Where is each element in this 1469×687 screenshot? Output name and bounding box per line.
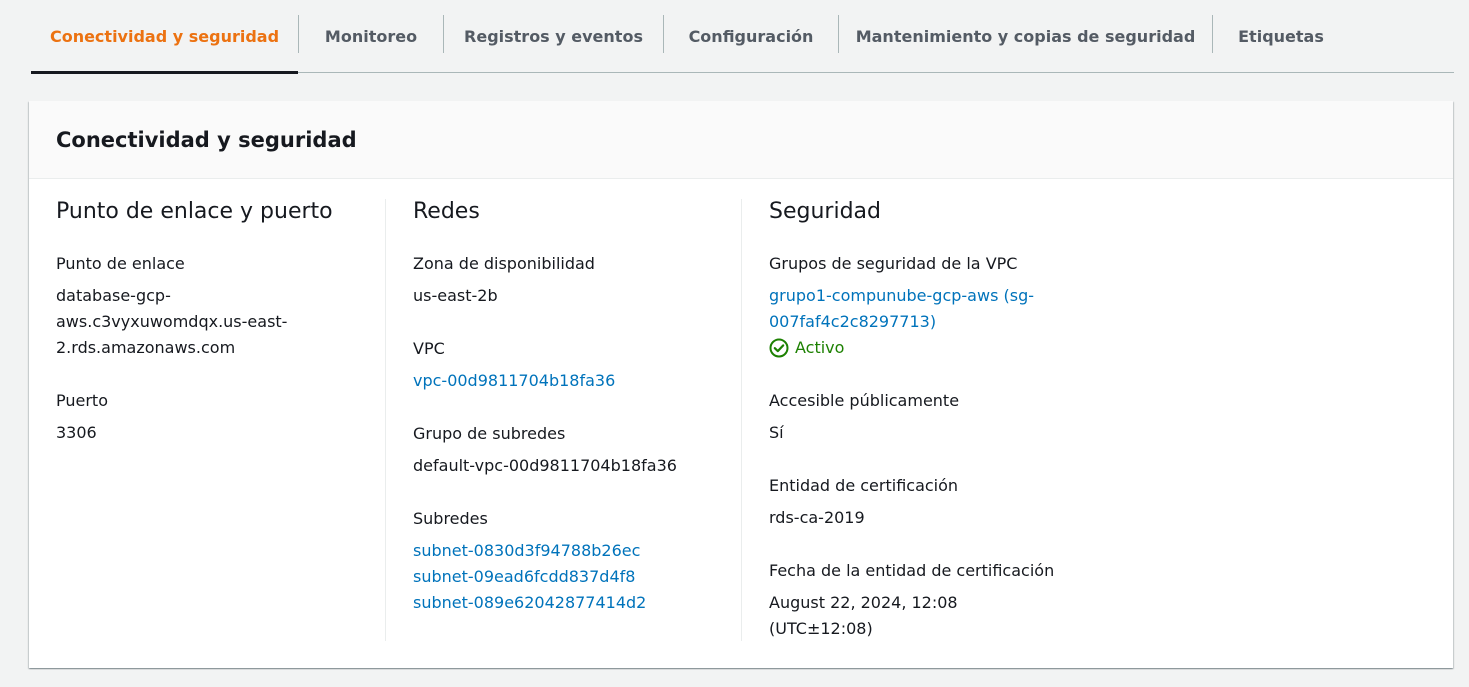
security-heading: Seguridad — [769, 199, 881, 224]
certificate-authority-value: rds-ca-2019 — [769, 508, 865, 527]
security-groups-label: Grupos de seguridad de la VPC — [769, 254, 1018, 273]
panel-header: Conectividad y seguridad — [29, 101, 1453, 179]
tab-logs-events[interactable]: Registros y eventos — [444, 0, 663, 72]
status-text: Activo — [795, 338, 845, 357]
subnet-group-value: default-vpc-00d9811704b18fa36 — [413, 456, 677, 475]
endpoint-label: Punto de enlace — [56, 254, 185, 273]
network-section: Redes Zona de disponibilidad us-east-2b … — [413, 199, 733, 616]
certificate-date-label: Fecha de la entidad de certificación — [769, 561, 1055, 580]
subnets-label: Subredes — [413, 509, 488, 528]
column-divider — [385, 199, 386, 641]
tab-monitoring[interactable]: Monitoreo — [299, 0, 443, 72]
endpoint-value: database-gcp- aws.c3vyxuwomdqx.us-east- … — [56, 283, 376, 361]
public-access-value: Sí — [769, 423, 784, 442]
subnet-link[interactable]: subnet-0830d3f94788b26ec — [413, 541, 640, 560]
tab-connectivity-security[interactable]: Conectividad y seguridad — [31, 0, 298, 74]
security-section: Seguridad Grupos de seguridad de la VPC … — [769, 199, 1129, 642]
port-label: Puerto — [56, 391, 108, 410]
subnet-link[interactable]: subnet-09ead6fcdd837d4f8 — [413, 567, 635, 586]
security-group-link-line: grupo1-compunube-gcp-aws (sg- — [769, 286, 1034, 305]
security-group-status: Activo — [769, 335, 1129, 361]
endpoint-value-line: 2.rds.amazonaws.com — [56, 338, 236, 357]
security-group-link[interactable]: grupo1-compunube-gcp-aws (sg- 007faf4c2c… — [769, 283, 1129, 335]
network-heading: Redes — [413, 199, 480, 224]
connectivity-security-panel: Conectividad y seguridad Punto de enlace… — [29, 101, 1453, 668]
panel-title: Conectividad y seguridad — [56, 127, 357, 152]
tab-tags[interactable]: Etiquetas — [1213, 0, 1349, 72]
endpoint-port-heading: Punto de enlace y puerto — [56, 199, 333, 224]
security-group-link-line: 007faf4c2c8297713) — [769, 312, 937, 331]
port-value: 3306 — [56, 423, 97, 442]
tab-configuration[interactable]: Configuración — [664, 0, 838, 72]
check-circle-icon — [769, 338, 789, 358]
endpoint-value-line: database-gcp- — [56, 286, 171, 305]
subnet-group-label: Grupo de subredes — [413, 424, 566, 443]
certificate-date-value: August 22, 2024, 12:08 (UTC±12:08) — [769, 590, 1129, 642]
subnets-list: subnet-0830d3f94788b26ec subnet-09ead6fc… — [413, 538, 733, 616]
vpc-link[interactable]: vpc-00d9811704b18fa36 — [413, 371, 615, 390]
availability-zone-value: us-east-2b — [413, 286, 498, 305]
vpc-label: VPC — [413, 339, 445, 358]
public-access-label: Accesible públicamente — [769, 391, 960, 410]
tab-bar: Conectividad y seguridad Monitoreo Regis… — [31, 0, 1454, 74]
subnet-link[interactable]: subnet-089e62042877414d2 — [413, 593, 646, 612]
certificate-authority-label: Entidad de certificación — [769, 476, 959, 495]
tab-maintenance-backups[interactable]: Mantenimiento y copias de seguridad — [839, 0, 1212, 72]
endpoint-value-line: aws.c3vyxuwomdqx.us-east- — [56, 312, 288, 331]
certificate-date-line: August 22, 2024, 12:08 — [769, 593, 958, 612]
certificate-date-line: (UTC±12:08) — [769, 619, 873, 638]
availability-zone-label: Zona de disponibilidad — [413, 254, 595, 273]
security-group-entry: grupo1-compunube-gcp-aws (sg- 007faf4c2c… — [769, 283, 1129, 361]
column-divider — [741, 199, 742, 641]
endpoint-port-section: Punto de enlace y puerto Punto de enlace… — [56, 199, 376, 446]
